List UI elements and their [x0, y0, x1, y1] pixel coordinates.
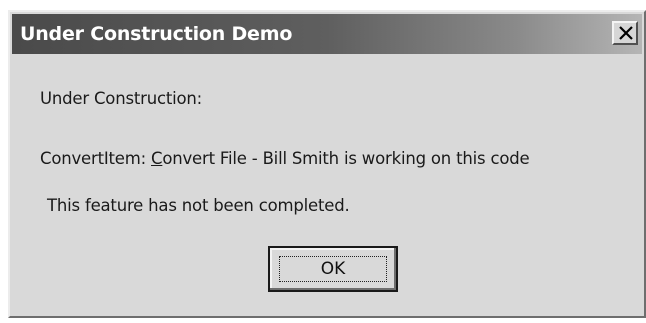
- message-accelerator-char: C: [151, 149, 163, 168]
- ok-button[interactable]: OK: [268, 246, 398, 292]
- close-icon: [619, 26, 633, 40]
- dialog-window: Under Construction Demo Under Constructi…: [8, 10, 646, 318]
- ok-button-label: OK: [320, 259, 346, 279]
- message-item-text: ConvertItem: Convert File - Bill Smith i…: [40, 149, 530, 168]
- message-item-rest: onvert File - Bill Smith is working on t…: [162, 149, 530, 168]
- message-note: This feature has not been completed.: [47, 196, 350, 215]
- window-title: Under Construction Demo: [20, 23, 293, 45]
- message-heading: Under Construction:: [40, 89, 203, 108]
- message-item-prefix: ConvertItem:: [40, 149, 152, 168]
- title-bar[interactable]: Under Construction Demo: [12, 14, 642, 54]
- close-button[interactable]: [612, 21, 638, 45]
